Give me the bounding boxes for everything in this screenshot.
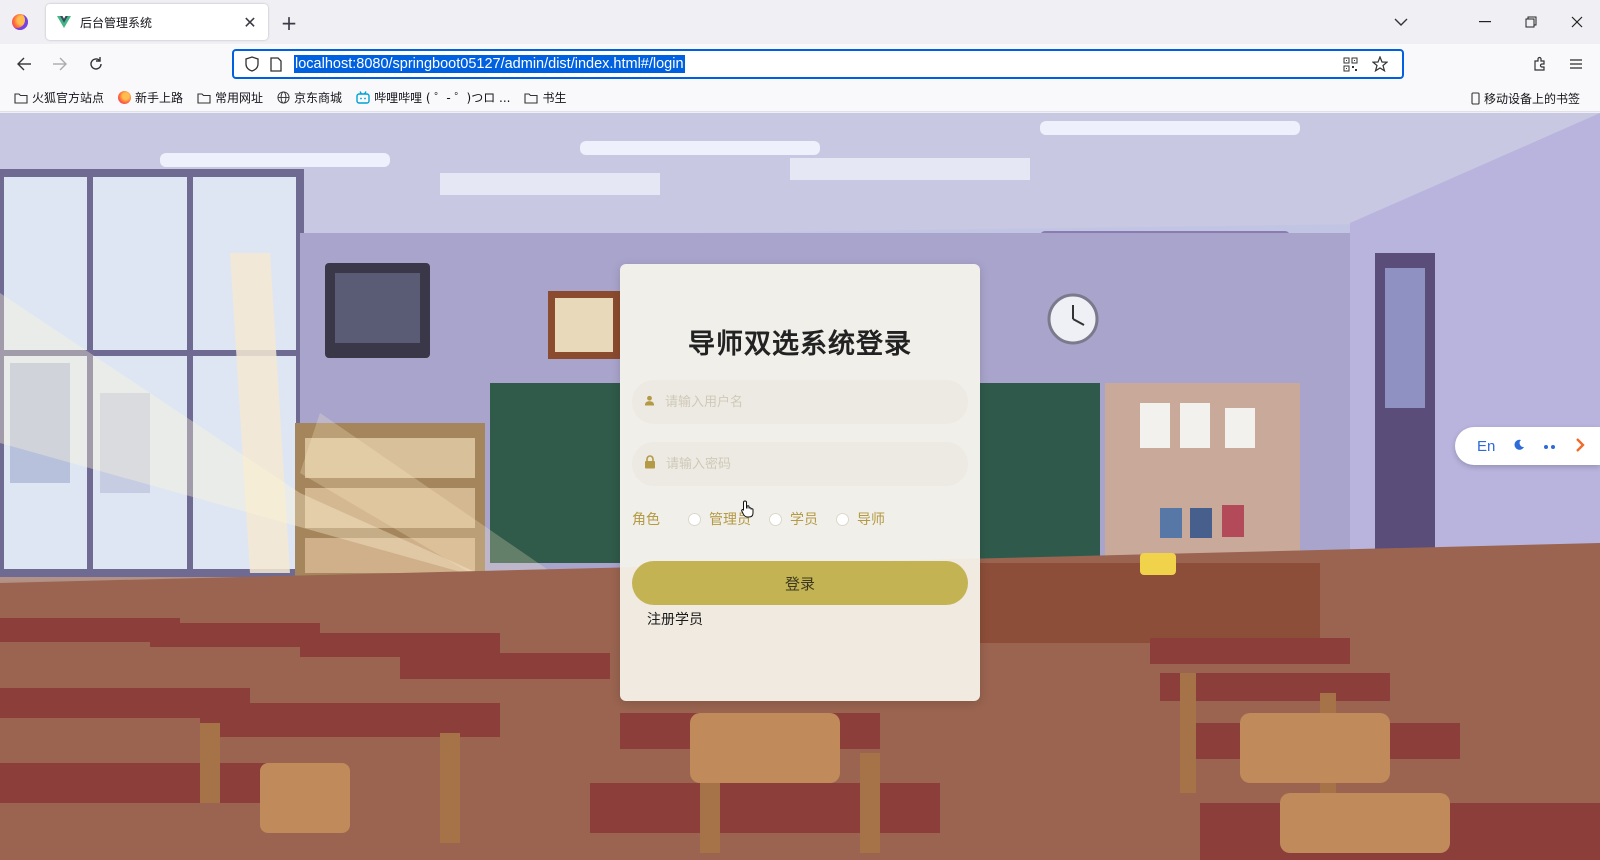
bookmark-label: 哔哩哔哩 ( ゜- ゜)つロ ... (374, 91, 511, 105)
password-field[interactable] (632, 442, 968, 486)
role-selector: 角色 管理员 学员 导师 (632, 507, 968, 531)
firefox-icon (12, 14, 28, 30)
address-bar[interactable]: localhost:8080/springboot05127/admin/dis… (232, 49, 1404, 79)
tab-title: 后台管理系统 (80, 15, 153, 30)
bookmark-item[interactable]: 哔哩哔哩 ( ゜- ゜)つロ ... (352, 86, 514, 110)
globe-icon (277, 91, 290, 104)
mobile-bookmarks[interactable]: 移动设备上的书签 (1467, 86, 1584, 110)
radio-circle[interactable] (836, 512, 849, 526)
bookmark-item[interactable]: 火狐官方站点 (10, 86, 108, 110)
dots-icon[interactable] (1543, 438, 1557, 455)
back-icon[interactable] (10, 50, 38, 78)
role-radio-student[interactable]: 学员 (769, 509, 818, 529)
bookmark-label: 新手上路 (135, 91, 184, 105)
bookmark-label: 京东商城 (294, 91, 343, 105)
radio-circle[interactable] (688, 512, 701, 526)
moon-icon[interactable] (1513, 438, 1525, 455)
bookmark-item[interactable]: 常用网址 (193, 86, 267, 110)
login-title: 导师双选系统登录 (688, 329, 912, 360)
bookmark-label: 常用网址 (215, 91, 264, 105)
login-button[interactable]: 登录 (632, 561, 968, 605)
bilibili-icon (356, 91, 370, 104)
bookmark-item[interactable]: 新手上路 (114, 86, 187, 110)
role-option-label: 学员 (790, 512, 818, 528)
floating-toolbar: En (1455, 427, 1600, 465)
mobile-bookmarks-label: 移动设备上的书签 (1483, 91, 1580, 106)
folder-icon (197, 92, 211, 104)
mobile-device-icon (1471, 91, 1480, 105)
bookmark-item[interactable]: 书生 (520, 86, 570, 110)
lock-icon (644, 455, 656, 473)
role-label: 角色 (632, 512, 660, 528)
minimize-icon[interactable] (1462, 0, 1508, 44)
bookmarks-toolbar: 火狐官方站点 新手上路 常用网址 京东商城 哔哩哔哩 ( ゜- ゜)つロ ...… (0, 84, 1600, 112)
page-viewport: 导师双选系统登录 角色 管理员 学员 导 (0, 113, 1600, 860)
user-icon (644, 395, 655, 410)
restore-icon[interactable] (1508, 0, 1554, 44)
firefox-view-button[interactable] (8, 10, 32, 34)
hand-cursor-icon (741, 500, 754, 518)
new-tab-button[interactable]: + (276, 10, 302, 36)
folder-icon (14, 92, 28, 104)
chevron-down-icon[interactable] (1388, 10, 1414, 34)
language-toggle[interactable]: En (1477, 438, 1495, 455)
username-input[interactable] (663, 393, 956, 411)
page-icon[interactable] (266, 54, 286, 74)
star-icon[interactable] (1370, 54, 1390, 74)
extensions-icon[interactable] (1526, 50, 1554, 78)
role-option-label: 导师 (857, 512, 885, 528)
bookmark-label: 火狐官方站点 (32, 91, 105, 105)
close-window-icon[interactable] (1554, 0, 1600, 44)
register-student-link[interactable]: 注册学员 (647, 609, 703, 629)
firefox-icon (118, 91, 132, 104)
arrow-right-icon[interactable] (1575, 436, 1586, 457)
role-radio-tutor[interactable]: 导师 (836, 509, 885, 529)
bookmark-item[interactable]: 京东商城 (273, 86, 346, 110)
menu-icon[interactable] (1562, 50, 1590, 78)
forward-icon[interactable] (46, 50, 74, 78)
qr-code-icon[interactable] (1340, 54, 1360, 74)
reload-icon[interactable] (82, 50, 110, 78)
radio-circle[interactable] (769, 512, 782, 526)
bookmark-label: 书生 (542, 91, 567, 105)
tab-active[interactable]: 后台管理系统 ✕ (46, 4, 268, 40)
username-field[interactable] (632, 380, 968, 424)
close-tab-icon[interactable]: ✕ (240, 12, 260, 32)
tab-strip: 后台管理系统 ✕ + (0, 0, 1600, 44)
navigation-toolbar: localhost:8080/springboot05127/admin/dis… (0, 44, 1600, 84)
login-card: 导师双选系统登录 角色 管理员 学员 导 (620, 264, 980, 701)
vue-icon (56, 14, 72, 30)
url-text[interactable]: localhost:8080/springboot05127/admin/dis… (294, 55, 685, 73)
shield-icon[interactable] (242, 54, 262, 74)
password-input[interactable] (664, 455, 956, 473)
folder-icon (524, 92, 539, 104)
